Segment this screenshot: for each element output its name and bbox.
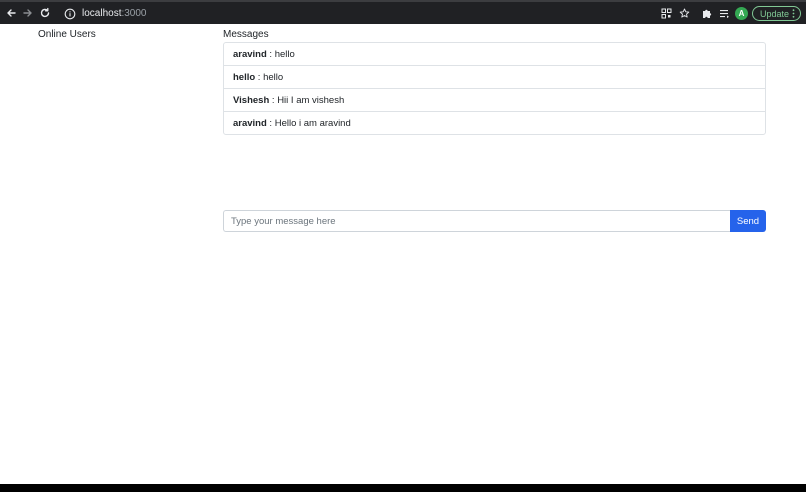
message-list: aravind : hello hello : hello Vishesh : …: [223, 42, 766, 135]
url-port: :3000: [121, 8, 147, 19]
extensions-puzzle-icon[interactable]: [699, 6, 713, 20]
forward-arrow-icon[interactable]: [20, 5, 36, 21]
message-text: hello: [274, 48, 295, 60]
message-separator: :: [255, 71, 264, 83]
update-button[interactable]: Update: [752, 6, 801, 21]
url-text: localhost:3000: [82, 8, 147, 19]
send-button[interactable]: Send: [730, 210, 766, 232]
url-host: localhost: [82, 8, 122, 19]
update-label: Update: [760, 8, 790, 19]
message-separator: :: [269, 94, 278, 106]
message-item: aravind : Hello i am aravind: [224, 111, 765, 134]
bottom-edge-bar: [0, 484, 806, 492]
message-author: hello: [233, 71, 256, 83]
bookmark-star-icon[interactable]: [677, 6, 691, 20]
qr-code-icon[interactable]: [659, 6, 673, 20]
messages-heading: Messages: [223, 29, 269, 40]
address-bar[interactable]: localhost:3000: [56, 4, 700, 23]
browser-toolbar: localhost:3000 A Update: [0, 0, 806, 24]
profile-avatar[interactable]: A: [735, 7, 748, 20]
message-separator: :: [266, 117, 275, 129]
message-item: Vishesh : Hii I am vishesh: [224, 88, 765, 111]
online-users-heading: Online Users: [38, 29, 96, 40]
message-input[interactable]: [223, 210, 730, 232]
reading-list-icon[interactable]: [717, 6, 731, 20]
message-author: Vishesh: [233, 94, 270, 106]
message-text: hello: [263, 71, 284, 83]
message-item: aravind : hello: [224, 43, 765, 65]
message-separator: :: [266, 48, 275, 60]
message-author: aravind: [233, 48, 267, 60]
message-text: Hello i am aravind: [274, 117, 351, 129]
message-text: Hii I am vishesh: [277, 94, 345, 106]
message-composer: Send: [223, 210, 766, 232]
message-item: hello : hello: [224, 65, 765, 88]
menu-dots-icon: [792, 9, 795, 18]
site-info-icon[interactable]: [64, 8, 76, 20]
message-author: aravind: [233, 117, 267, 129]
back-arrow-icon[interactable]: [3, 5, 19, 21]
reload-icon[interactable]: [37, 5, 53, 21]
